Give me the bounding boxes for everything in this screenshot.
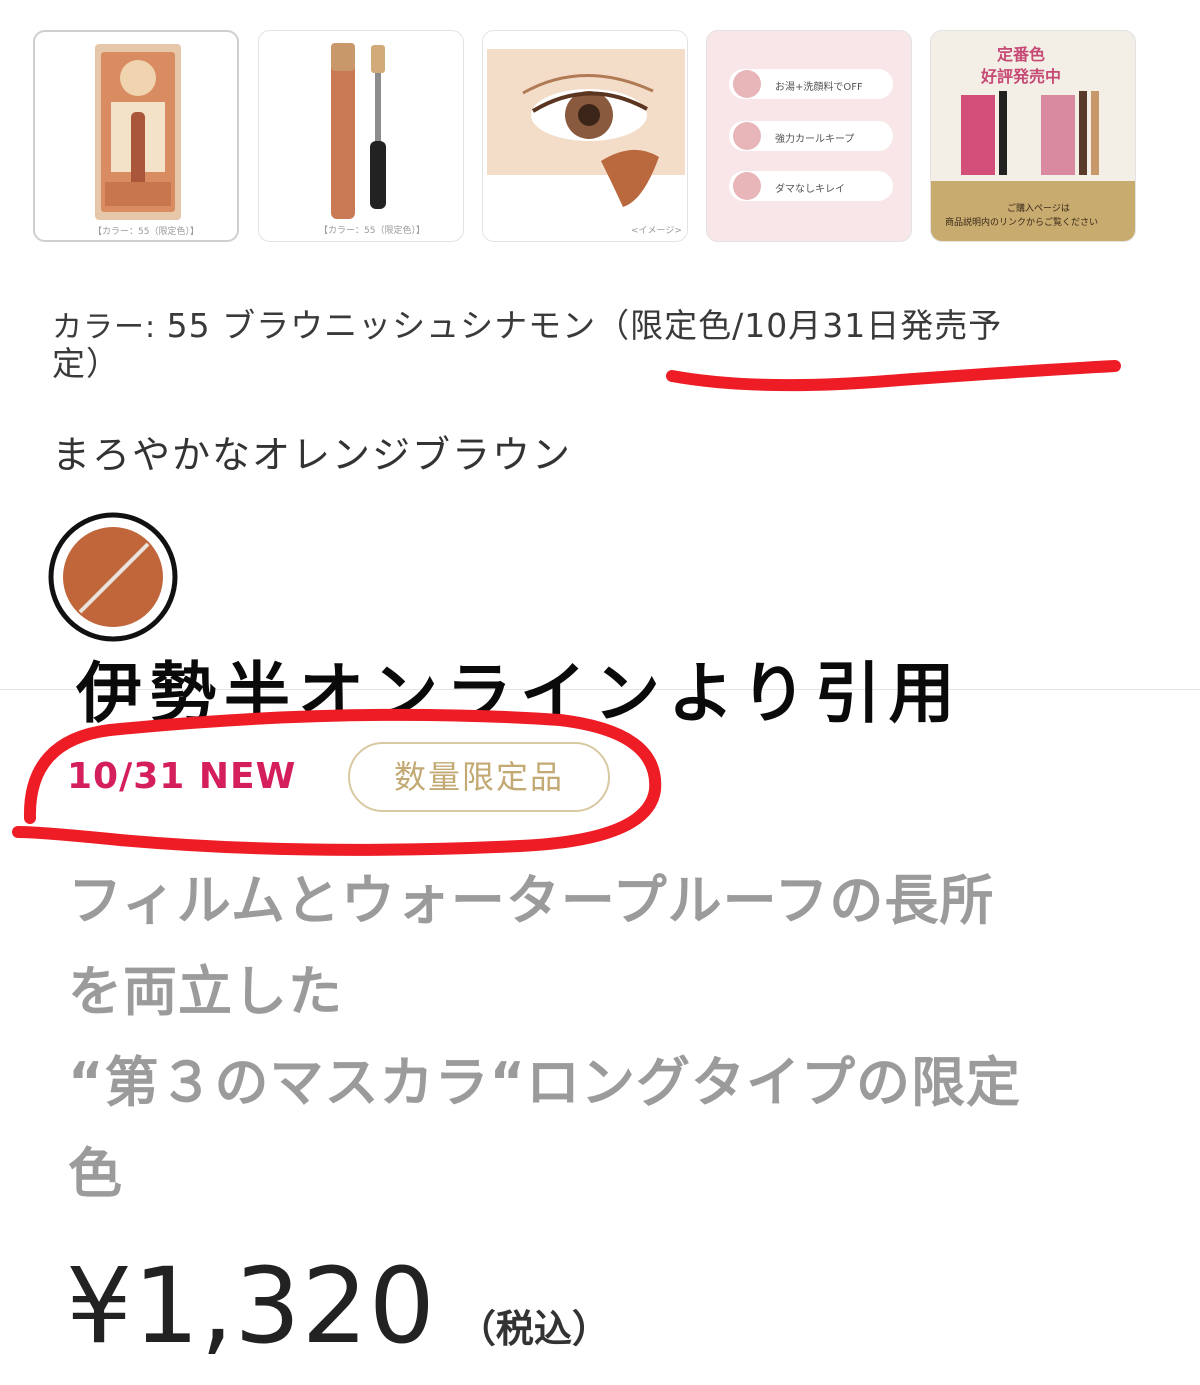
thumbnail-eye[interactable]: <イメージ> <box>482 30 688 242</box>
new-badge: 10/31 NEW <box>67 756 297 797</box>
eye-image <box>483 31 687 241</box>
color-name: カラー: 55 ブラウニッシュシナモン（限定色/10月31日発売予定） <box>52 308 1142 382</box>
product-tagline: フィルムとウォータープルーフの長所 を両立した “第３のマスカラ“ロングタイプの… <box>68 855 1158 1219</box>
source-annotation: 伊勢半オンラインより引用 <box>76 655 963 732</box>
regular-colors-footer: 商品説明内のリンクからご覧ください <box>945 218 1099 228</box>
tax-label: （税込） <box>457 1307 610 1351</box>
feature-text: 強力カールキープ <box>775 134 855 145</box>
thumbnail-package[interactable]: 【カラー：55（限定色）】 <box>33 30 239 242</box>
tagline-line: 色 <box>68 1142 123 1205</box>
thumbnail-features[interactable]: お湯+洗顔料でOFF 強力カールキープ ダマなしキレイ <box>706 30 912 242</box>
color-label: カラー: <box>52 310 167 345</box>
color-value-highlight: 限定色/10月31日発売予 <box>630 306 1003 345</box>
limited-badge: 数量限定品 <box>348 742 610 812</box>
thumbnail-regular-colors[interactable]: 定番色 好評発売中 ご購入ページは 商品説明内のリンクからご覧ください <box>930 30 1136 242</box>
regular-colors-heading: 定番色 <box>997 45 1046 64</box>
thumbnail-mascara[interactable]: 【カラー：55（限定色）】 <box>258 30 464 242</box>
regular-colors-subheading: 好評発売中 <box>981 67 1062 86</box>
feature-text: ダマなしキレイ <box>775 184 845 195</box>
feature-text: お湯+洗顔料でOFF <box>775 82 863 93</box>
color-value: 55 ブラウニッシュシナモン（ <box>166 306 631 345</box>
tagline-line: を両立した <box>68 960 343 1023</box>
thumbnail-caption: 【カラー：55（限定色）】 <box>319 226 425 236</box>
thumbnail-caption: <イメージ> <box>631 226 682 236</box>
tagline-line: “第３のマスカラ“ロングタイプの限定 <box>68 1051 1021 1114</box>
color-value-end: 定） <box>52 344 120 383</box>
thumbnail-strip: 【カラー：55（限定色）】 【カラー：55（限定色）】 <イメージ> お湯+洗顔… <box>33 30 1143 242</box>
price-amount: ¥1,320 <box>66 1245 436 1367</box>
thumbnail-caption: 【カラー：55（限定色）】 <box>93 227 199 237</box>
tagline-line: フィルムとウォータープルーフの長所 <box>68 869 995 932</box>
mascara-image <box>331 43 386 219</box>
color-description: まろやかなオレンジブラウン <box>52 433 573 477</box>
price-row: ¥1,320 （税込） <box>66 1245 610 1367</box>
regular-colors-footer: ご購入ページは <box>1007 204 1070 214</box>
package-image <box>95 44 181 220</box>
